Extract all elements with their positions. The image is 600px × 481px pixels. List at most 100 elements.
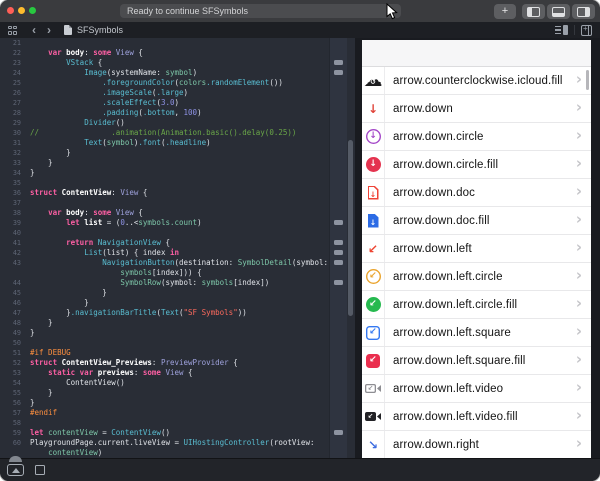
code-line[interactable]: 21: [0, 38, 355, 48]
right-panel-icon: [577, 7, 590, 17]
back-button[interactable]: ‹: [32, 24, 36, 37]
toggle-right-panel-button[interactable]: [572, 4, 595, 19]
toggle-bottom-panel-button[interactable]: [547, 4, 570, 19]
line-number: 42: [0, 248, 21, 258]
line-number: 34: [0, 168, 21, 178]
symbol-row[interactable]: ↓arrow.down.doc›: [362, 179, 591, 207]
code-line[interactable]: 54 ContentView(): [0, 378, 355, 388]
code-line[interactable]: 51#if DEBUG: [0, 348, 355, 358]
code-text: NavigationButton(destination: SymbolDeta…: [21, 258, 328, 268]
code-line[interactable]: 35: [0, 178, 355, 188]
code-line[interactable]: 27 .scaleEffect(3.0): [0, 98, 355, 108]
playground-result-button[interactable]: [334, 60, 343, 65]
code-line[interactable]: 31 Text(symbol).font(.headline): [0, 138, 355, 148]
code-line[interactable]: 29 Divider(): [0, 118, 355, 128]
zoom-button[interactable]: [29, 7, 36, 14]
line-number: 40: [0, 228, 21, 238]
code-line[interactable]: 44 SymbolRow(symbol: symbols[index]): [0, 278, 355, 288]
code-line[interactable]: 46 }: [0, 298, 355, 308]
code-line[interactable]: 52struct ContentView_Previews: PreviewPr…: [0, 358, 355, 368]
playground-result-button[interactable]: [334, 240, 343, 245]
code-line[interactable]: 50: [0, 338, 355, 348]
code-line[interactable]: 25 .foregroundColor(colors.randomElement…: [0, 78, 355, 88]
editor-scrollbar-thumb[interactable]: [348, 140, 353, 316]
code-line[interactable]: 42 List(list) { index in: [0, 248, 355, 258]
symbol-row[interactable]: ☁↺arrow.counterclockwise.icloud.fill›: [362, 67, 591, 95]
code-line[interactable]: 57#endif: [0, 408, 355, 418]
code-line[interactable]: 26 .imageScale(.large): [0, 88, 355, 98]
symbol-row[interactable]: ↓arrow.down.circle.fill›: [362, 151, 591, 179]
code-line[interactable]: 37: [0, 198, 355, 208]
code-line[interactable]: contentView): [0, 448, 355, 458]
line-number: 25: [0, 78, 21, 88]
code-line[interactable]: 23 VStack {: [0, 58, 355, 68]
code-line[interactable]: 43 NavigationButton(destination: SymbolD…: [0, 258, 355, 268]
symbol-row[interactable]: ↓arrow.down›: [362, 95, 591, 123]
code-line[interactable]: 33 }: [0, 158, 355, 168]
playground-result-button[interactable]: [334, 280, 343, 285]
code-line[interactable]: 41 return NavigationView {: [0, 238, 355, 248]
close-button[interactable]: [7, 7, 14, 14]
debug-area-drag-handle[interactable]: [9, 456, 22, 462]
chevron-right-icon: ›: [576, 212, 591, 227]
playground-result-button[interactable]: [334, 220, 343, 225]
symbol-row[interactable]: ↙arrow.down.left›: [362, 235, 591, 263]
symbol-row[interactable]: ↙arrow.down.left.video.fill›: [362, 403, 591, 431]
breadcrumb-file-name[interactable]: SFSymbols: [77, 25, 123, 35]
add-editor-icon[interactable]: [581, 25, 592, 36]
code-line[interactable]: 22 var body: some View {: [0, 48, 355, 58]
code-line[interactable]: 55 }: [0, 388, 355, 398]
code-text: }: [21, 168, 35, 178]
symbol-row[interactable]: ↙arrow.down.left.square.fill›: [362, 347, 591, 375]
code-line[interactable]: symbols[index])) {: [0, 268, 355, 278]
render-markup-icon[interactable]: [555, 25, 568, 35]
code-line[interactable]: 34}: [0, 168, 355, 178]
symbol-row[interactable]: ↙arrow.down.left.circle.fill›: [362, 291, 591, 319]
code-editor[interactable]: 2122 var body: some View {23 VStack {24 …: [0, 38, 355, 458]
code-line[interactable]: 40: [0, 228, 355, 238]
forward-button[interactable]: ›: [47, 24, 51, 37]
line-number: 38: [0, 208, 21, 218]
toggle-left-panel-button[interactable]: [522, 4, 545, 19]
code-line[interactable]: 60PlaygroundPage.current.liveView = UIHo…: [0, 438, 355, 448]
stop-button[interactable]: [35, 465, 45, 475]
code-line[interactable]: 59let contentView = ContentView(): [0, 428, 355, 438]
code-line[interactable]: 36struct ContentView: View {: [0, 188, 355, 198]
symbol-row[interactable]: ↙arrow.down.left.circle›: [362, 263, 591, 291]
related-items-grid-icon[interactable]: [8, 26, 17, 35]
chevron-right-icon: ›: [576, 156, 591, 171]
toggle-debug-area-button[interactable]: [7, 464, 24, 476]
code-line[interactable]: 47 }.navigationBarTitle(Text("SF Symbols…: [0, 308, 355, 318]
code-line[interactable]: 38 var body: some View {: [0, 208, 355, 218]
playground-result-button[interactable]: [334, 260, 343, 265]
line-number: 26: [0, 88, 21, 98]
symbol-row[interactable]: ↓arrow.down.doc.fill›: [362, 207, 591, 235]
playground-result-button[interactable]: [334, 430, 343, 435]
playground-file-icon: [64, 25, 72, 35]
code-line[interactable]: 56}: [0, 398, 355, 408]
playground-result-button[interactable]: [334, 70, 343, 75]
code-line[interactable]: 53 static var previews: some View {: [0, 368, 355, 378]
symbol-row[interactable]: ↙arrow.down.left.square›: [362, 319, 591, 347]
symbol-row[interactable]: ↘arrow.down.right›: [362, 431, 591, 458]
code-line[interactable]: 32 }: [0, 148, 355, 158]
code-text: .scaleEffect(3.0): [21, 98, 179, 108]
code-line[interactable]: 49}: [0, 328, 355, 338]
code-text: let list = (0..<symbols.count): [21, 218, 202, 228]
code-line[interactable]: 58: [0, 418, 355, 428]
code-line[interactable]: 39 let list = (0..<symbols.count): [0, 218, 355, 228]
code-line[interactable]: 24 Image(systemName: symbol): [0, 68, 355, 78]
line-number: 58: [0, 418, 21, 428]
code-line[interactable]: 28 .padding(.bottom, 100): [0, 108, 355, 118]
playground-result-button[interactable]: [334, 250, 343, 255]
minimize-button[interactable]: [18, 7, 25, 14]
arrow.counterclockwise.icloud.fill-icon: ☁↺: [362, 73, 384, 88]
code-line[interactable]: 45 }: [0, 288, 355, 298]
code-line[interactable]: 30// .animation(Animation.basic().delay(…: [0, 128, 355, 138]
add-button[interactable]: +: [494, 4, 516, 19]
symbol-row[interactable]: ↓arrow.down.circle›: [362, 123, 591, 151]
code-line[interactable]: 48 }: [0, 318, 355, 328]
line-number: 57: [0, 408, 21, 418]
line-number: 44: [0, 278, 21, 288]
symbol-row[interactable]: ↙arrow.down.left.video›: [362, 375, 591, 403]
